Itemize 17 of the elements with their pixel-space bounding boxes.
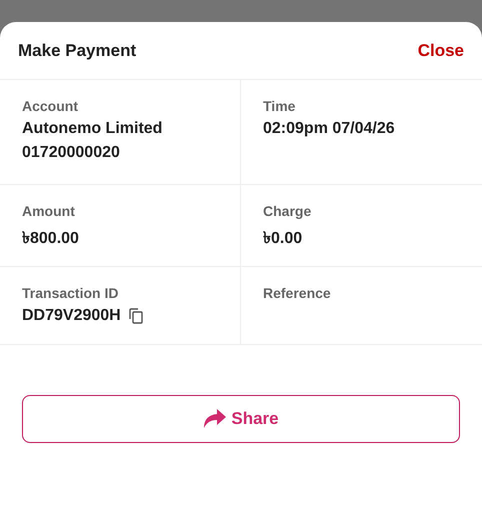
detail-value: Autonemo Limited <box>22 120 162 138</box>
detail-label: Transaction ID <box>22 285 120 301</box>
detail-value: DD79V2900H <box>22 307 121 325</box>
detail-value: 02:09pm 07/04/26 <box>263 120 395 138</box>
share-button[interactable]: Share <box>22 395 460 443</box>
detail-label: Account <box>22 98 79 114</box>
detail-value: 01720000020 <box>22 144 120 162</box>
copy-icon[interactable] <box>128 308 143 324</box>
detail-label: Charge <box>263 203 312 219</box>
detail-value: ৳800.00 <box>22 229 79 249</box>
close-button[interactable]: Close <box>418 40 464 60</box>
sheet-title: Make Payment <box>18 40 136 60</box>
detail-value: ৳0.00 <box>263 229 302 249</box>
detail-label: Reference <box>263 285 332 301</box>
share-icon <box>203 408 228 430</box>
detail-label: Time <box>263 98 296 114</box>
detail-label: Amount <box>22 203 76 219</box>
